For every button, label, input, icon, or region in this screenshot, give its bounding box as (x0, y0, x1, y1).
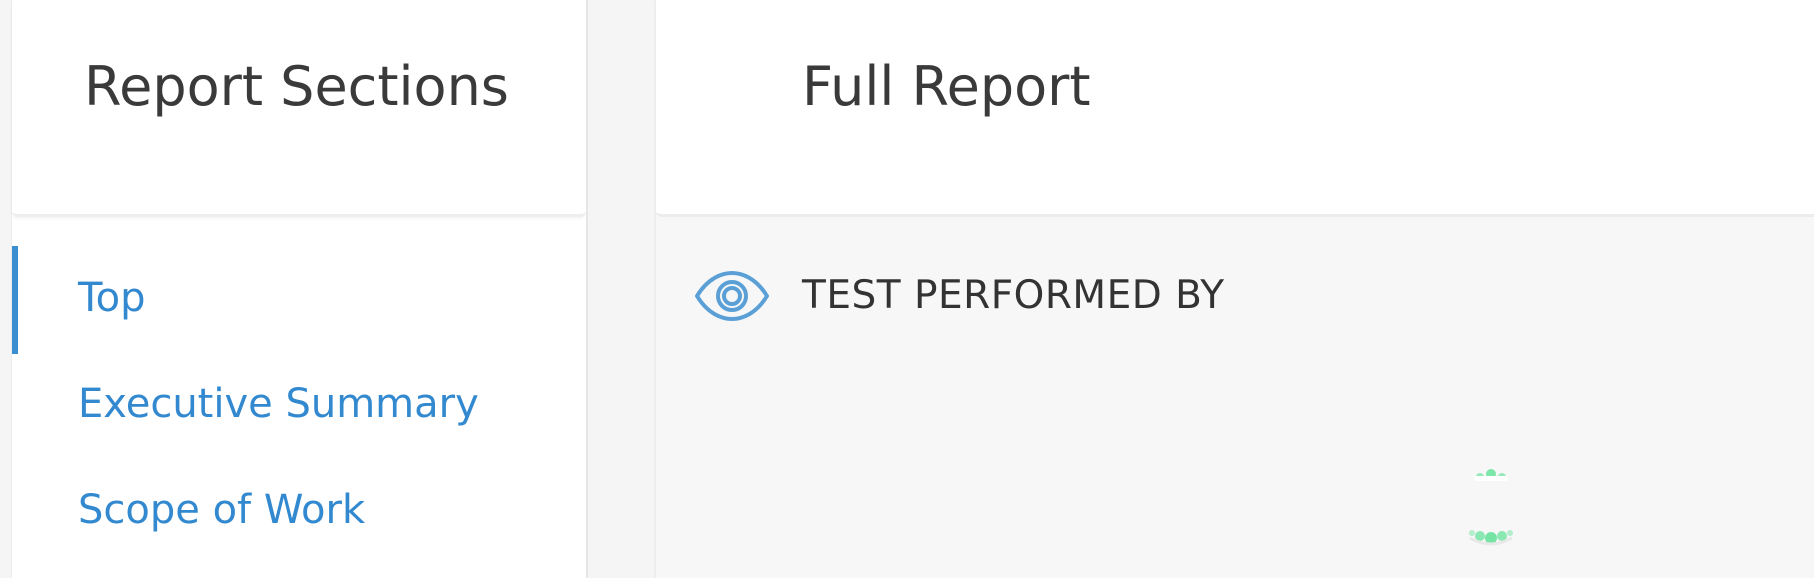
section-label: TEST PERFORMED BY (802, 273, 1225, 318)
panel-divider (586, 0, 658, 578)
full-report-panel: Full Report TEST PERFORMED BY (656, 0, 1814, 578)
nav-item-executive-summary[interactable]: Executive Summary (12, 352, 586, 458)
page-title: Full Report (802, 55, 1091, 118)
nav-item-top[interactable]: Top (12, 246, 586, 354)
main-header: Full Report (656, 0, 1814, 217)
report-sections-sidebar: Report Sections Top Executive Summary Sc… (12, 0, 586, 578)
report-sections-nav: Top Executive Summary Scope of Work (12, 246, 586, 564)
spinner-icon (1469, 469, 1513, 546)
sidebar-header: Report Sections (12, 0, 586, 217)
eye-icon (695, 271, 769, 321)
nav-item-scope-of-work[interactable]: Scope of Work (12, 458, 586, 564)
test-performed-by-section-heading: TEST PERFORMED BY (694, 266, 1694, 326)
sidebar-title: Report Sections (84, 55, 509, 118)
nav-item-label[interactable]: Scope of Work (78, 482, 365, 538)
report-page: Report Sections Top Executive Summary Sc… (0, 0, 1814, 578)
nav-item-label[interactable]: Top (78, 270, 146, 326)
nav-item-label[interactable]: Executive Summary (78, 376, 479, 432)
